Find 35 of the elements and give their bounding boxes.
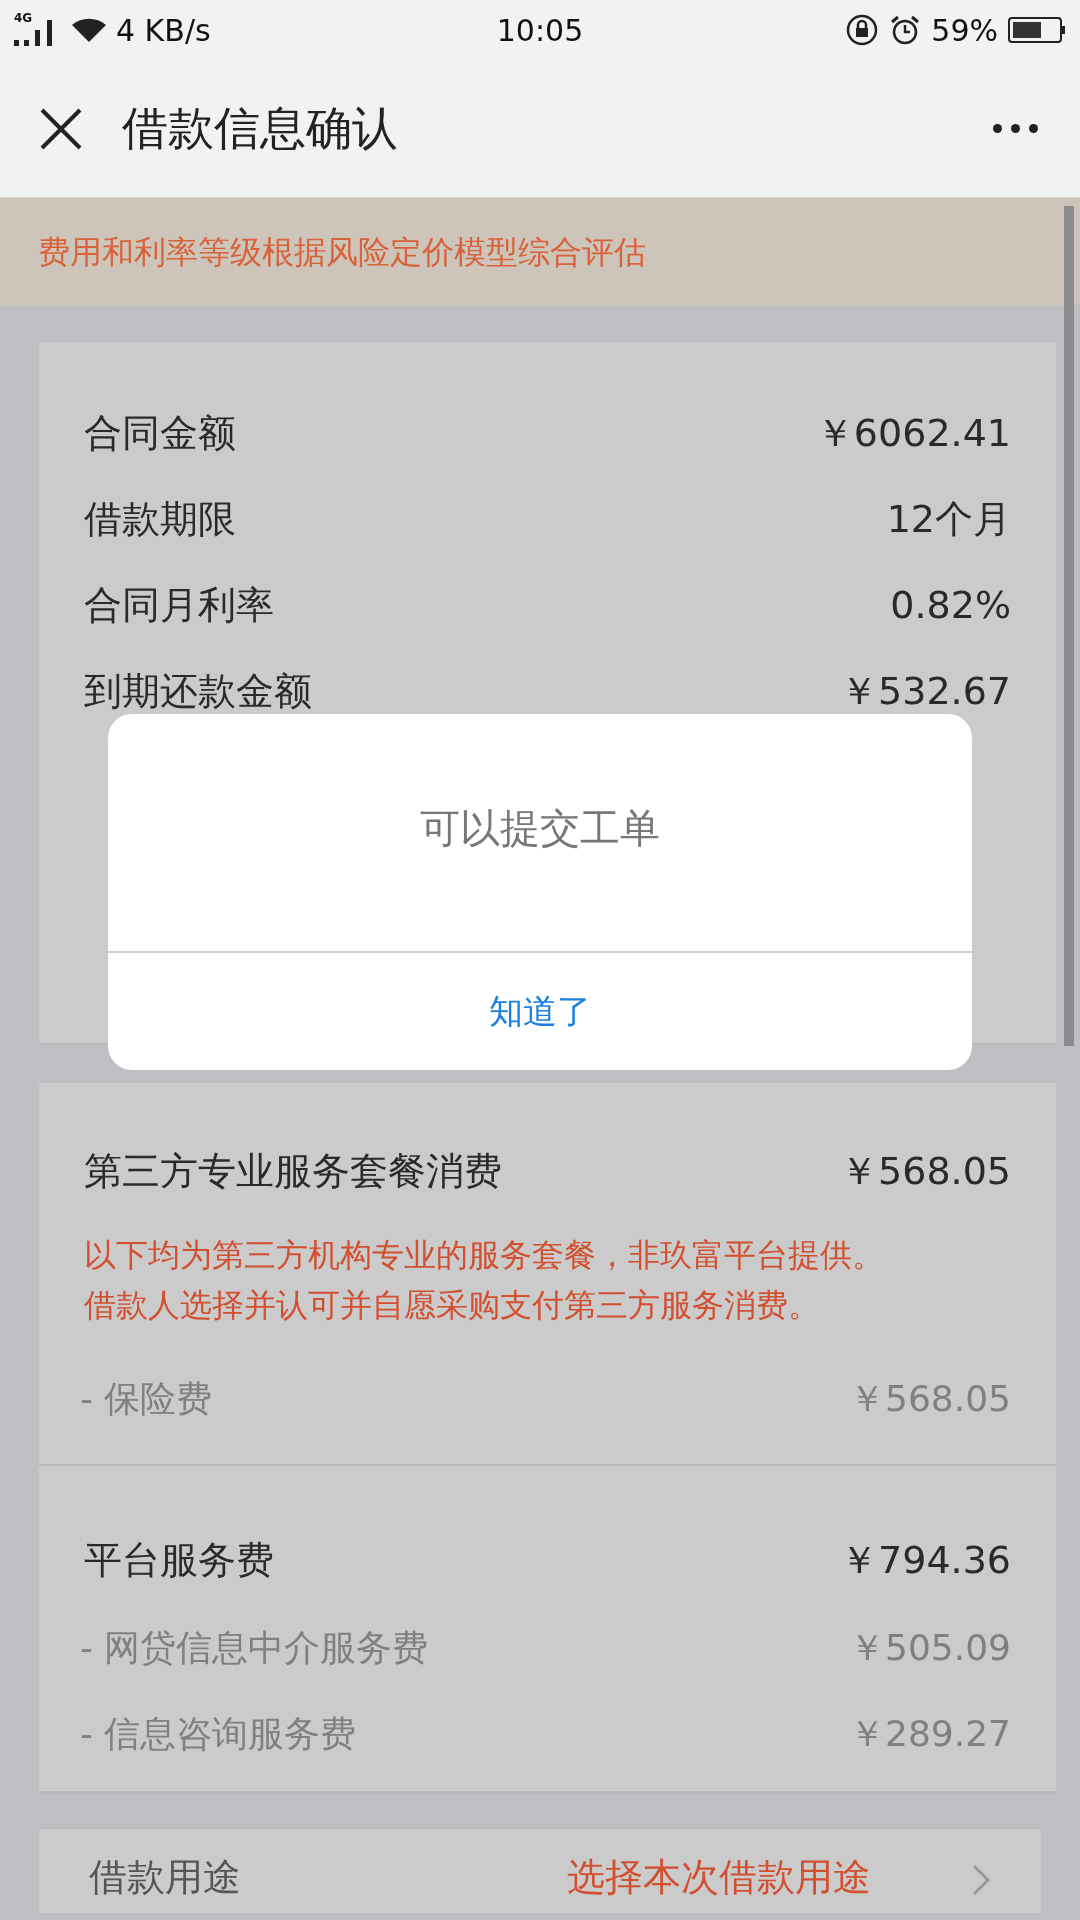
fee-label: - 网贷信息中介服务费 [80,1626,429,1670]
rotation-lock-icon [845,13,880,47]
field-label: 到期还款金额 [84,667,312,715]
field-value: ￥532.67 [840,667,1011,715]
fee-label: - 信息咨询服务费 [80,1712,357,1756]
fee-value: ￥505.09 [849,1626,1011,1670]
field-label: 合同金额 [84,409,236,457]
page-title: 借款信息确认 [122,100,398,157]
acknowledge-button[interactable]: 知道了 [108,953,972,1070]
field-value: ￥6062.41 [815,409,1011,457]
field-value: 12个月 [886,495,1011,543]
alarm-icon [889,14,922,46]
network-label: 4G [14,12,33,24]
disclaimer-text: 借款人选择并认可并自愿采购支付第三方服务消费。 [84,1285,821,1326]
fee-label: - 保险费 [80,1377,213,1421]
section-amount: ￥568.05 [840,1148,1011,1195]
section-title: 平台服务费 [84,1537,274,1584]
chevron-icon [971,1863,991,1897]
field-label: 合同月利率 [84,581,274,629]
section-amount: ￥794.36 [840,1537,1011,1584]
network-speed: 4 KB/s [116,11,211,50]
signal-icon [14,20,54,46]
section-title: 第三方专业服务套餐消费 [84,1148,502,1195]
fee-value: ￥289.27 [849,1712,1011,1756]
field-value: 0.82% [890,581,1011,629]
disclaimer-text: 以下均为第三方机构专业的服务套餐，非玖富平台提供。 [84,1235,885,1276]
wifi-icon [72,16,108,44]
purpose-row[interactable]: 借款用途 选择本次借款用途 [39,1829,1041,1913]
notice-text: 费用和利率等级根据风险定价模型综合评估 [38,231,646,273]
fee-value: ￥568.05 [849,1377,1011,1421]
field-label: 借款期限 [84,495,236,543]
battery-icon [1008,17,1066,43]
dialog-message: 可以提交工单 [420,803,660,853]
clock-time: 10:05 [496,11,584,50]
battery-percent: 59% [931,11,998,50]
